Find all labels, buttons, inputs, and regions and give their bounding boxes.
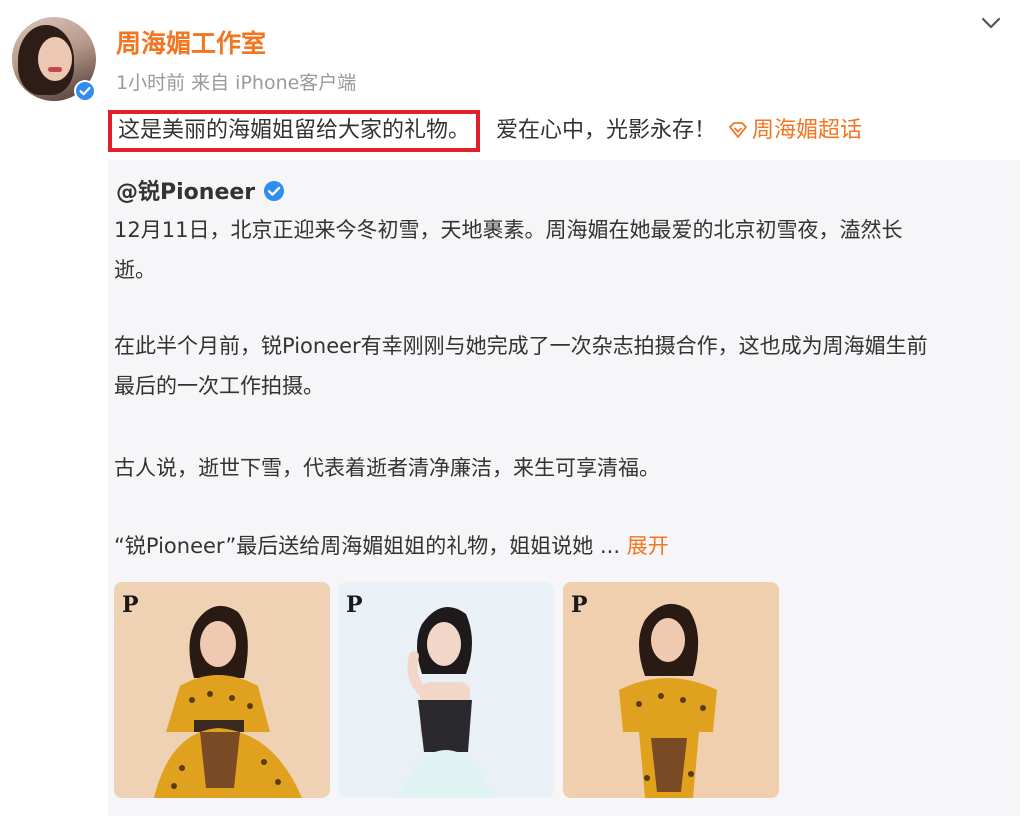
magazine-logo: P <box>122 592 139 618</box>
repost-paragraph: 12月11日，北京正迎来今冬初雪，天地裹素。周海媚在她最爱的北京初雪夜，溘然长 <box>114 218 903 242</box>
avatar-face <box>38 37 72 81</box>
photo-thumbnail[interactable]: P <box>563 582 779 798</box>
highlighted-sentence: 这是美丽的海媚姐留给大家的礼物。 <box>108 110 481 152</box>
repost-author[interactable]: @锐Pioneer <box>116 174 285 208</box>
expand-link[interactable]: 展开 <box>627 534 669 558</box>
photo-figure <box>398 606 494 798</box>
photo-figure <box>154 605 302 798</box>
post-text: 这是美丽的海媚姐留给大家的礼物。 爱在心中，光影永存！ 周海媚超话 <box>108 110 862 152</box>
repost-card[interactable]: @锐Pioneer 12月11日，北京正迎来今冬初雪，天地裹素。周海媚在她最爱的… <box>108 160 1020 816</box>
magazine-logo: P <box>346 592 363 618</box>
repost-paragraph: 逝。 <box>114 258 156 282</box>
post-text-rest: 爱在心中，光影永存！ <box>496 118 717 143</box>
repost-author-name[interactable]: @锐Pioneer <box>116 180 255 205</box>
photo-thumbnail[interactable]: P <box>338 582 554 798</box>
topic-link[interactable]: 周海媚超话 <box>728 118 862 143</box>
repost-paragraph-truncated: “锐Pioneer”最后送给周海媚姐姐的礼物，姐姐说她 ... 展开 <box>114 527 1010 565</box>
post-meta: 1小时前 来自 iPhone客户端 <box>116 72 357 94</box>
photo-figure <box>619 603 717 798</box>
diamond-topic-icon <box>728 113 748 153</box>
verified-badge-icon <box>74 80 96 102</box>
verified-badge-icon <box>263 180 285 208</box>
repost-paragraph: 最后的一次工作拍摄。 <box>114 374 324 398</box>
magazine-logo: P <box>571 592 588 618</box>
repost-paragraph: 在此半个月前，锐Pioneer有幸刚刚与她完成了一次杂志拍摄合作，这也成为周海媚… <box>114 334 928 358</box>
topic-label[interactable]: 周海媚超话 <box>752 118 862 143</box>
photo-thumbnail[interactable]: P <box>114 582 330 798</box>
avatar-lips <box>48 67 62 72</box>
repost-paragraph-text: “锐Pioneer”最后送给周海媚姐姐的礼物，姐姐说她 ... <box>114 534 621 558</box>
chevron-down-icon[interactable] <box>978 12 1004 34</box>
author-name[interactable]: 周海媚工作室 <box>116 24 266 60</box>
repost-paragraph: 古人说，逝世下雪，代表着逝者清净廉洁，来生可享清福。 <box>114 456 660 480</box>
